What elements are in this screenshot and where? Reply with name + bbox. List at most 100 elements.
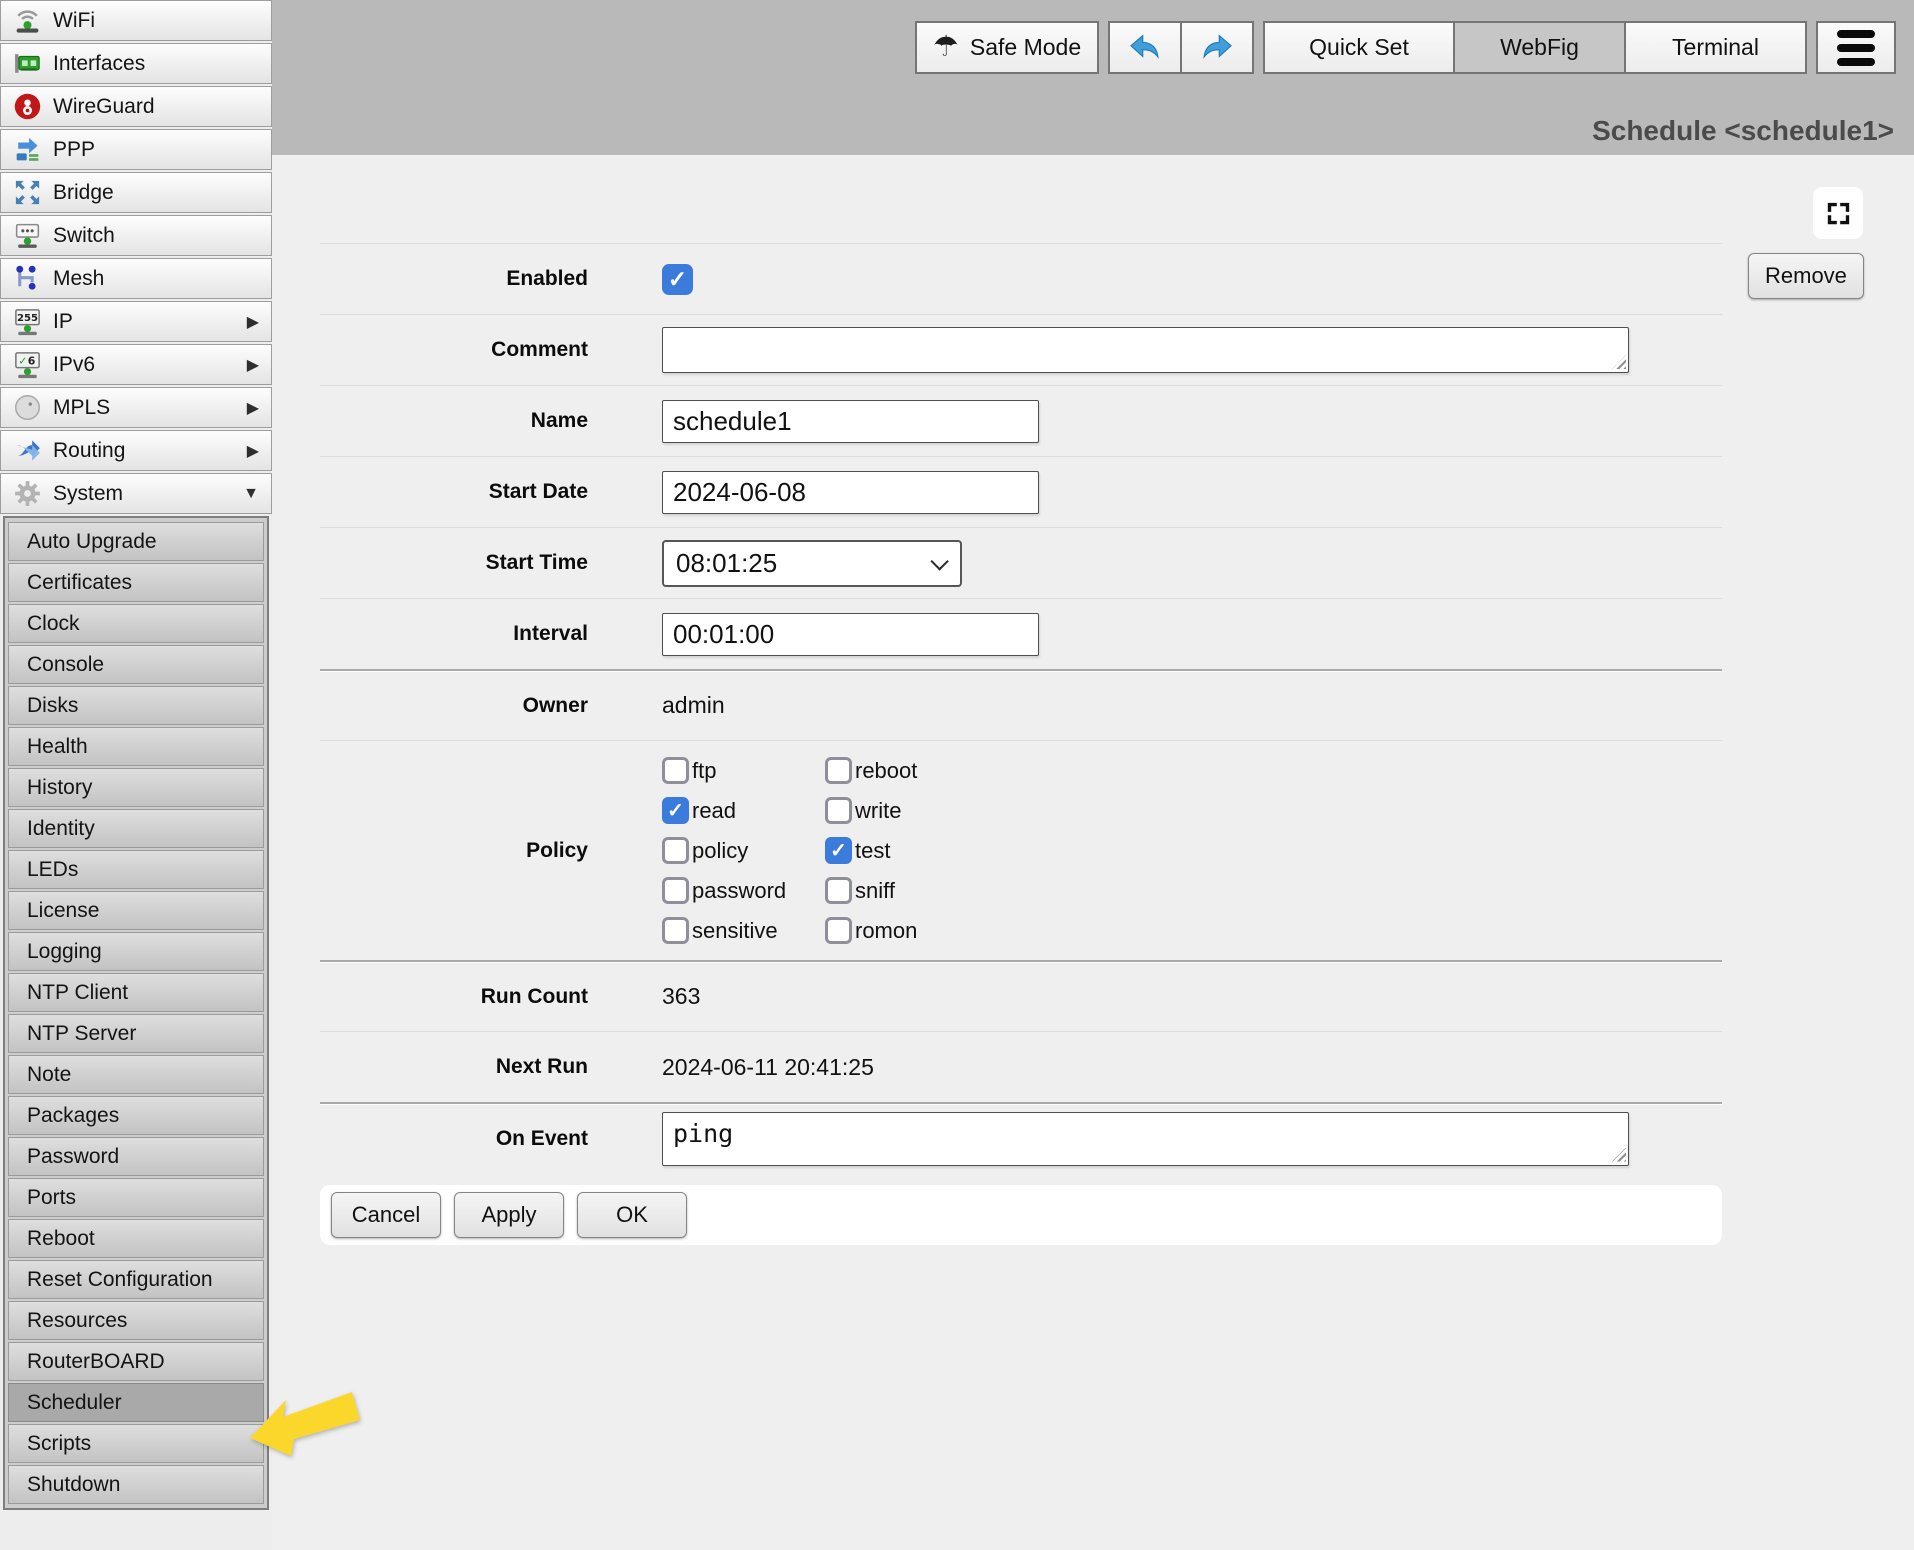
sidebar-item-resources[interactable]: Resources bbox=[8, 1301, 264, 1340]
policy-option-label: sniff bbox=[855, 878, 895, 904]
start-time-select[interactable]: 08:01:25 bbox=[662, 540, 962, 587]
sidebar-item-label: PPP bbox=[53, 138, 95, 162]
apply-button[interactable]: Apply bbox=[454, 1192, 564, 1238]
redo-button[interactable] bbox=[1180, 21, 1254, 74]
policy-checkbox-read[interactable] bbox=[662, 797, 689, 824]
enabled-row: Enabled bbox=[320, 243, 1722, 314]
policy-option-password: password bbox=[662, 877, 825, 904]
undo-button[interactable] bbox=[1108, 21, 1182, 74]
interval-input[interactable] bbox=[662, 613, 1039, 656]
fullscreen-button[interactable] bbox=[1813, 187, 1863, 239]
sidebar-item-scripts[interactable]: Scripts bbox=[8, 1424, 264, 1463]
sidebar-item-label: Interfaces bbox=[53, 52, 145, 76]
run-count-label: Run Count bbox=[320, 985, 588, 1009]
sidebar-item-note[interactable]: Note bbox=[8, 1055, 264, 1094]
policy-checkbox-sniff[interactable] bbox=[825, 877, 852, 904]
sidebar-item-health[interactable]: Health bbox=[8, 727, 264, 766]
sidebar-item-scheduler[interactable]: Scheduler bbox=[8, 1383, 264, 1422]
sidebar-item-reboot[interactable]: Reboot bbox=[8, 1219, 264, 1258]
sidebar-item-identity[interactable]: Identity bbox=[8, 809, 264, 848]
sidebar-item-reset-configuration[interactable]: Reset Configuration bbox=[8, 1260, 264, 1299]
owner-value: admin bbox=[662, 692, 725, 719]
sidebar-item-wireguard[interactable]: WireGuard bbox=[0, 86, 272, 127]
sidebar-item-license[interactable]: License bbox=[8, 891, 264, 930]
policy-checkbox-write[interactable] bbox=[825, 797, 852, 824]
policy-checkbox-grid: ftpreadpolicypasswordsensitiverebootwrit… bbox=[662, 741, 988, 960]
sidebar-item-wifi[interactable]: WiFi bbox=[0, 0, 272, 41]
sidebar-item-ip[interactable]: 255IP▶ bbox=[0, 301, 272, 342]
menu-button[interactable] bbox=[1816, 21, 1896, 74]
sidebar-item-routerboard[interactable]: RouterBOARD bbox=[8, 1342, 264, 1381]
cancel-button[interactable]: Cancel bbox=[331, 1192, 441, 1238]
sidebar-item-password[interactable]: Password bbox=[8, 1137, 264, 1176]
sidebar-item-disks[interactable]: Disks bbox=[8, 686, 264, 725]
policy-column: ftpreadpolicypasswordsensitive bbox=[662, 757, 825, 944]
sidebar-item-label: WireGuard bbox=[53, 95, 155, 119]
policy-checkbox-reboot[interactable] bbox=[825, 757, 852, 784]
sidebar-item-clock[interactable]: Clock bbox=[8, 604, 264, 643]
sidebar-item-routing[interactable]: Routing▶ bbox=[0, 430, 272, 471]
policy-checkbox-sensitive[interactable] bbox=[662, 917, 689, 944]
sidebar-item-bridge[interactable]: Bridge bbox=[0, 172, 272, 213]
sidebar-item-ports[interactable]: Ports bbox=[8, 1178, 264, 1217]
sidebar-item-label: Mesh bbox=[53, 267, 104, 291]
toolbar-gap bbox=[1099, 21, 1108, 74]
policy-checkbox-romon[interactable] bbox=[825, 917, 852, 944]
safe-mode-button[interactable]: ☂ Safe Mode bbox=[915, 21, 1099, 74]
name-input[interactable] bbox=[662, 400, 1039, 443]
sidebar-main-menu: WiFi Interfaces WireGuard PPP BridgeSwitch Me… bbox=[0, 0, 272, 514]
policy-checkbox-password[interactable] bbox=[662, 877, 689, 904]
sidebar-item-ntp-server[interactable]: NTP Server bbox=[8, 1014, 264, 1053]
on-event-textarea[interactable]: ping bbox=[662, 1112, 1629, 1166]
policy-option-romon: romon bbox=[825, 917, 988, 944]
sidebar-item-console[interactable]: Console bbox=[8, 645, 264, 684]
owner-row: Owner admin bbox=[320, 669, 1722, 740]
sidebar-item-packages[interactable]: Packages bbox=[8, 1096, 264, 1135]
ppp-icon bbox=[9, 133, 45, 167]
sidebar-item-label: MPLS bbox=[53, 396, 110, 420]
enabled-checkbox[interactable] bbox=[662, 264, 693, 295]
sidebar-item-auto-upgrade[interactable]: Auto Upgrade bbox=[8, 522, 264, 561]
safe-mode-label: Safe Mode bbox=[970, 34, 1081, 61]
policy-option-label: sensitive bbox=[692, 918, 778, 944]
sidebar-item-shutdown[interactable]: Shutdown bbox=[8, 1465, 264, 1504]
comment-textarea[interactable] bbox=[662, 327, 1629, 373]
policy-option-policy: policy bbox=[662, 837, 825, 864]
policy-option-label: romon bbox=[855, 918, 917, 944]
chevron-down-icon bbox=[930, 552, 948, 570]
sidebar-item-leds[interactable]: LEDs bbox=[8, 850, 264, 889]
ok-button[interactable]: OK bbox=[577, 1192, 687, 1238]
chevron-right-icon: ▶ bbox=[247, 441, 259, 461]
tab-webfig[interactable]: WebFig bbox=[1453, 21, 1626, 74]
policy-option-ftp: ftp bbox=[662, 757, 825, 784]
sidebar-item-interfaces[interactable]: Interfaces bbox=[0, 43, 272, 84]
remove-button[interactable]: Remove bbox=[1748, 253, 1864, 299]
run-count-row: Run Count 363 bbox=[320, 960, 1722, 1031]
sidebar-item-switch[interactable]: Switch bbox=[0, 215, 272, 256]
tab-terminal[interactable]: Terminal bbox=[1624, 21, 1807, 74]
sidebar-item-certificates[interactable]: Certificates bbox=[8, 563, 264, 602]
toolbar-gap bbox=[1254, 21, 1263, 74]
sidebar-item-mesh[interactable]: Mesh bbox=[0, 258, 272, 299]
sidebar-item-history[interactable]: History bbox=[8, 768, 264, 807]
policy-option-label: reboot bbox=[855, 758, 917, 784]
fullscreen-icon bbox=[1825, 200, 1852, 227]
sidebar-item-ipv6[interactable]: ✓6IPv6▶ bbox=[0, 344, 272, 385]
tab-quick-set[interactable]: Quick Set bbox=[1263, 21, 1455, 74]
policy-checkbox-test[interactable] bbox=[825, 837, 852, 864]
policy-option-test: test bbox=[825, 837, 988, 864]
sidebar-item-ppp[interactable]: PPP bbox=[0, 129, 272, 170]
sidebar-item-ntp-client[interactable]: NTP Client bbox=[8, 973, 264, 1012]
next-run-value: 2024-06-11 20:41:25 bbox=[662, 1054, 874, 1081]
policy-option-write: write bbox=[825, 797, 988, 824]
page-title: Schedule <schedule1> bbox=[1592, 115, 1894, 147]
policy-checkbox-policy[interactable] bbox=[662, 837, 689, 864]
on-event-row: On Event ping bbox=[320, 1102, 1722, 1173]
policy-row: Policy ftpreadpolicypasswordsensitivereb… bbox=[320, 740, 1722, 960]
start-date-input[interactable] bbox=[662, 471, 1039, 514]
sidebar-item-system[interactable]: System▼ bbox=[0, 473, 272, 514]
policy-checkbox-ftp[interactable] bbox=[662, 757, 689, 784]
sidebar-item-mpls[interactable]: MPLS▶ bbox=[0, 387, 272, 428]
sidebar-item-logging[interactable]: Logging bbox=[8, 932, 264, 971]
policy-option-sniff: sniff bbox=[825, 877, 988, 904]
